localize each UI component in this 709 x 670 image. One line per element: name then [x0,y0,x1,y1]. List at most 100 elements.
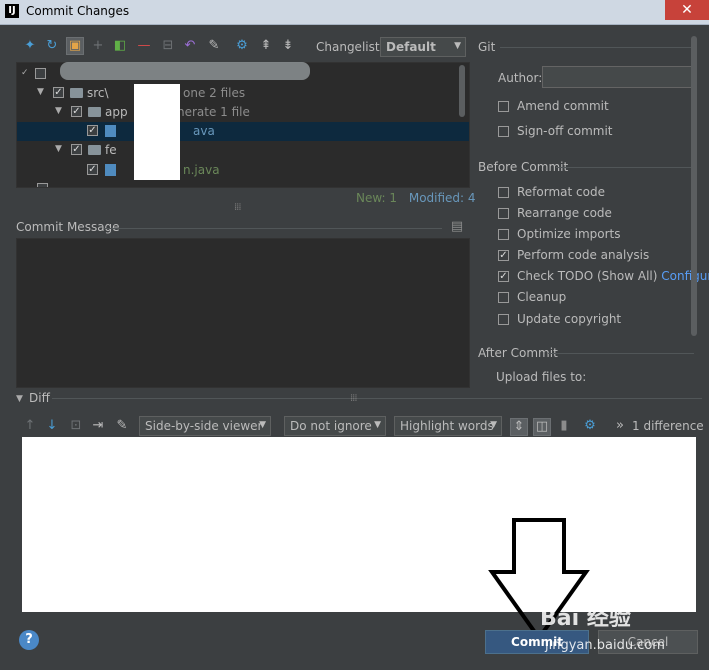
redaction-blur [60,62,310,80]
arrow-down-icon[interactable]: ↓ [44,418,60,434]
title-bar: IJ Commit Changes ✕ [0,0,709,25]
help-button[interactable]: ? [19,630,39,650]
rearrange-code-checkbox[interactable] [498,208,509,219]
redaction-block [134,84,180,180]
new-count: New: 1 [356,191,398,205]
watermark-logo: Bai 经验 [540,606,631,631]
splitter-grip[interactable]: ⁞⁞⁞ [350,393,357,404]
perform-code-analysis-checkbox[interactable]: ✓ [498,250,509,261]
modified-count: Modified: 4 [408,191,476,205]
viewer-select[interactable]: Side-by-side viewer ▼ [139,416,271,436]
jump-source-icon[interactable]: ⊡ [68,418,84,434]
file-checkbox[interactable]: ✓ [87,125,98,136]
changelist-select[interactable]: Default ▼ [380,37,466,57]
amend-commit-checkbox[interactable] [498,101,509,112]
watermark-url: jingyan.baidu.com [545,638,665,653]
commit-message-label: Commit Message [16,220,120,234]
tree-label: ava [193,124,215,138]
app-checkbox[interactable]: ✓ [71,106,82,117]
close-button[interactable]: ✕ [665,0,709,20]
minus-icon[interactable]: — [136,38,152,54]
check-todo-label: Check TODO (Show All) Configure [517,269,709,283]
signoff-commit-checkbox[interactable] [498,126,509,137]
diff-icon[interactable]: ⊟ [160,38,176,54]
check-todo-checkbox[interactable]: ✓ [498,271,509,282]
tree-row-src[interactable]: ▼ ✓ src\ one 2 files [17,84,469,103]
tree-scrollbar[interactable] [459,65,465,117]
expand-arrow-icon[interactable]: ▼ [55,106,62,116]
app-icon: IJ [5,4,19,18]
vcs-icon[interactable]: ◧ [112,38,128,54]
reformat-code-label: Reformat code [517,185,605,199]
cleanup-checkbox[interactable] [498,292,509,303]
tree-row-fe[interactable]: ▼ ✓ fe [17,141,469,160]
tree-row-java-file[interactable]: ✓ n.java [17,161,469,180]
reformat-code-checkbox[interactable] [498,187,509,198]
configure-link[interactable]: Configure [661,269,709,283]
options-panel: Git Author: Amend commit Sign-off commit… [472,36,709,391]
row-checkbox[interactable] [37,183,48,187]
tree-suffix: one 2 files [183,86,246,100]
separator [52,398,702,399]
author-input[interactable] [542,66,692,88]
java-file-icon [105,164,116,176]
gear-icon[interactable]: ⚙ [234,38,250,54]
fe-checkbox[interactable]: ✓ [71,144,82,155]
cleanup-label: Cleanup [517,290,567,304]
highlight-select[interactable]: Highlight words ▼ [394,416,502,436]
arrow-up-icon[interactable]: ↑ [22,418,38,434]
file-checkbox[interactable]: ✓ [87,164,98,175]
tree-row-partial[interactable] [17,180,469,187]
git-section-label: Git [478,40,496,54]
chevron-down-icon: ▼ [454,41,461,51]
chevron-down-icon: ▼ [259,420,266,430]
expand-arrow-icon[interactable]: ▼ [37,87,44,97]
update-copyright-checkbox[interactable] [498,314,509,325]
update-copyright-label: Update copyright [517,312,622,326]
options-scrollbar[interactable] [691,36,697,336]
after-commit-label: After Commit [478,346,558,360]
lock-icon[interactable]: ▮ [556,418,572,434]
diff-collapse-icon[interactable]: ▼ [16,394,23,404]
tree-row-app[interactable]: ▼ ✓ app nerate 1 file [17,103,469,122]
refresh-arrows-icon[interactable]: ✦ [22,38,38,54]
sync-icon[interactable]: ↻ [44,38,60,54]
open-file-icon[interactable]: ⇥ [90,418,106,434]
edit-icon[interactable]: ✎ [114,418,130,434]
chevron-down-icon: ▼ [374,420,381,430]
shelve-icon[interactable]: ▣ [66,37,84,55]
separator [556,167,694,168]
tree-row-selected-file[interactable]: ✓ ava [17,122,469,141]
diff-toolbar: ↑ ↓ ⊡ ⇥ ✎ Side-by-side viewer ▼ Do not i… [16,414,706,438]
optimize-imports-checkbox[interactable] [498,229,509,240]
expand-arrow-icon[interactable]: ▼ [55,144,62,154]
collapse-unchanged-icon[interactable]: ⇕ [510,418,528,436]
tree-label: n.java [183,163,220,177]
more-icon[interactable]: » [612,418,628,434]
gear-icon[interactable]: ⚙ [582,418,598,434]
expand-arrow-icon[interactable]: ✓ [21,68,29,78]
src-checkbox[interactable]: ✓ [53,87,64,98]
sync-scroll-icon[interactable]: ◫ [533,418,551,436]
plus-icon[interactable]: + [90,38,106,54]
expand-all-icon[interactable]: ⇞ [258,38,274,54]
separator [104,228,442,229]
message-history-icon[interactable]: ▤ [449,219,465,235]
changes-tree[interactable]: ✓ ▼ ✓ src\ one 2 files ▼ ✓ app nerate 1 … [16,62,470,188]
rearrange-code-label: Rearrange code [517,206,612,220]
ignore-value: Do not ignore [290,419,372,433]
revert-icon[interactable]: ↶ [182,38,198,54]
ignore-select[interactable]: Do not ignore ▼ [284,416,386,436]
changelist-value: Default [386,40,436,54]
folder-icon [88,107,101,117]
root-checkbox[interactable] [35,68,46,79]
amend-commit-label: Amend commit [517,99,609,113]
java-file-icon [105,125,116,137]
collapse-all-icon[interactable]: ⇟ [280,38,296,54]
commit-message-input[interactable] [16,238,470,388]
edit-icon[interactable]: ✎ [206,38,222,54]
changelist-label: Changelist: [316,40,384,54]
tree-suffix: nerate 1 file [177,105,250,119]
separator [548,353,694,354]
splitter-grip[interactable]: ⁞⁞⁞ [234,202,241,213]
